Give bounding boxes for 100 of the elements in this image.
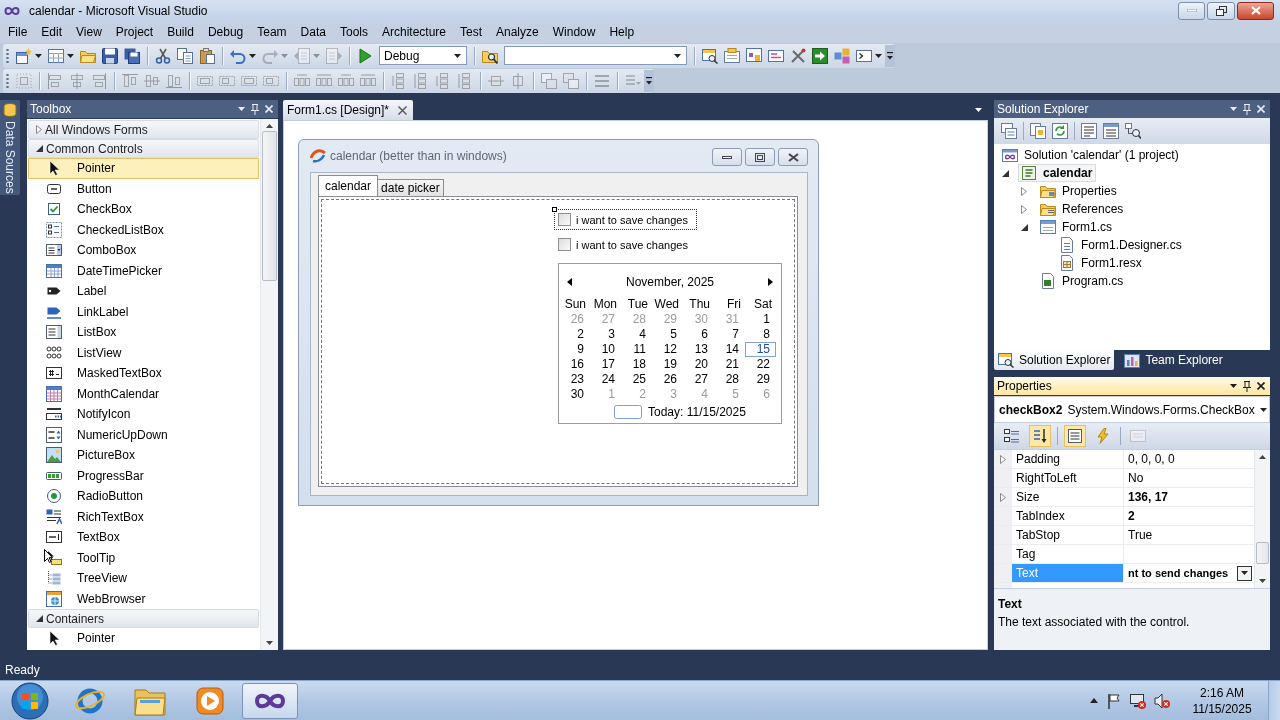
taskbar-button[interactable] [242,682,298,719]
start-orb-icon[interactable] [11,681,49,720]
console-icon[interactable] [856,47,872,64]
property-value[interactable]: No [1128,471,1144,485]
scroll-up-icon[interactable] [1259,455,1266,459]
today-label[interactable]: Today: 11/15/2025 [648,405,746,419]
panel-tab[interactable]: Solution Explorer [994,350,1115,370]
play-tile-icon[interactable] [196,686,224,715]
document-tab[interactable]: Form1.cs [Design]* [283,100,414,120]
close-button[interactable] [778,148,808,166]
tree-node[interactable]: Form1.cs [1037,218,1116,236]
list-icon[interactable] [1064,425,1086,447]
tree-node[interactable]: Form1.resx [1056,254,1146,272]
right-triangle-icon[interactable] [768,278,773,286]
side-tab[interactable]: Data Sources [0,100,20,195]
clock-date[interactable]: 11/15/2025 [1192,700,1252,717]
scroll-thumb[interactable] [262,131,277,281]
caret-up-icon[interactable] [1090,698,1098,703]
calendar-day[interactable]: 7 [714,327,745,342]
toolbox-item[interactable]: TextBox [28,527,259,548]
toolbox-item[interactable]: TreeView [28,568,259,589]
close-button[interactable] [1237,1,1274,20]
network-icon[interactable] [1130,692,1146,709]
toolbox-item[interactable]: Pointer [28,158,259,179]
close-icon[interactable] [398,105,408,115]
object-selector[interactable]: checkBox2 System.Windows.Forms.CheckBox [994,396,1270,423]
menu-item[interactable]: Team [250,22,294,42]
toolbox-item[interactable]: MaskedTextBox [28,363,259,384]
overflow-icon[interactable] [644,69,654,92]
menu-item[interactable]: Analyze [489,22,546,42]
play-icon[interactable] [357,47,373,64]
window-star-icon[interactable] [16,47,32,64]
disks-icon[interactable] [124,47,140,64]
month-title[interactable]: November, 2025 [625,275,715,289]
copy-icon[interactable] [177,47,193,64]
pages-icon[interactable] [1030,123,1046,139]
calendar-day[interactable]: 6 [683,327,714,342]
close-icon[interactable] [1257,382,1265,390]
calendar-day[interactable]: 14 [714,342,745,357]
calendar-day[interactable]: 27 [683,372,714,387]
form-window[interactable] [298,139,819,506]
restore-button[interactable] [1207,1,1235,20]
menu-item[interactable]: Test [453,22,489,42]
window-boxes-icon[interactable] [746,47,762,64]
tree-node[interactable]: Form1.Designer.cs [1056,236,1186,254]
checkbox[interactable]: i want to save changes [554,209,697,230]
property-value[interactable]: 2 [1128,509,1135,523]
calendar-day[interactable]: 8 [745,327,776,342]
tree-node[interactable]: Solution 'calendar' (1 project) [999,146,1183,164]
toolbox-item[interactable]: CheckBox [28,199,259,220]
clock-time[interactable]: 2:16 AM [1200,684,1244,701]
caret-icon[interactable] [1259,407,1267,412]
minimize-button[interactable] [712,148,742,166]
stacked-windows-icon[interactable] [1001,123,1017,139]
toolbox-item[interactable]: RichTextBox [28,506,259,527]
toolbox-item[interactable]: Pointer [28,628,259,649]
calendar-day[interactable]: 10 [590,342,621,357]
toolbox-item[interactable]: WebBrowser [28,588,259,609]
calendar-day[interactable]: 3 [590,327,621,342]
menu-item[interactable]: Project [108,22,161,42]
menu-item[interactable]: Edit [34,22,70,42]
calendar-day[interactable]: 24 [590,372,621,387]
toolbox-item[interactable]: RadioButton [28,486,259,507]
toolbox-item[interactable]: PictureBox [28,445,259,466]
window-lines-icon[interactable] [1103,123,1119,139]
toolbox-item[interactable]: LinkLabel [28,301,259,322]
calendar-day[interactable]: 25 [621,372,652,387]
sort-icon[interactable] [1029,425,1051,447]
calendar-day[interactable]: 2 [559,327,590,342]
calendar-day[interactable]: 15 [745,342,776,357]
triangle-icon[interactable] [36,615,43,622]
tree-node[interactable]: calendar [1018,164,1097,182]
toolbox-group-header[interactable]: All Windows Forms [28,120,259,139]
grip-icon[interactable] [6,47,9,64]
card-icon[interactable] [724,47,740,64]
save-icon[interactable] [102,47,118,64]
tools-icon[interactable] [790,47,806,64]
tab[interactable]: date picker [378,179,444,196]
menu-item[interactable]: Architecture [374,22,453,42]
toolbox-item[interactable]: NotifyIcon [28,404,259,425]
menu-item[interactable]: Debug [200,22,251,42]
toolbox-item[interactable]: CheckedListBox [28,219,259,240]
left-triangle-icon[interactable] [567,278,572,286]
caret-icon[interactable] [1230,384,1237,388]
caret-icon[interactable] [674,53,681,58]
calendar-day[interactable]: 28 [714,372,745,387]
toolbox-group-header[interactable]: Common Controls [28,139,259,158]
calendar-day[interactable]: 29 [745,372,776,387]
infinity-icon[interactable] [254,691,286,710]
flag-icon[interactable] [1106,692,1122,709]
toolbox-group-header[interactable]: Containers [28,609,259,628]
menu-item[interactable]: Help [602,22,642,42]
blocks-icon[interactable] [834,47,850,64]
diagram-icon[interactable] [1125,123,1141,139]
lightning-icon[interactable] [1095,428,1111,444]
calendar-day[interactable]: 21 [714,357,745,372]
toolbox-item[interactable]: ComboBox [28,240,259,261]
tree-node[interactable]: Properties [1037,182,1121,200]
property-value[interactable]: 136, 17 [1128,490,1169,504]
categories-icon[interactable] [1004,428,1020,444]
